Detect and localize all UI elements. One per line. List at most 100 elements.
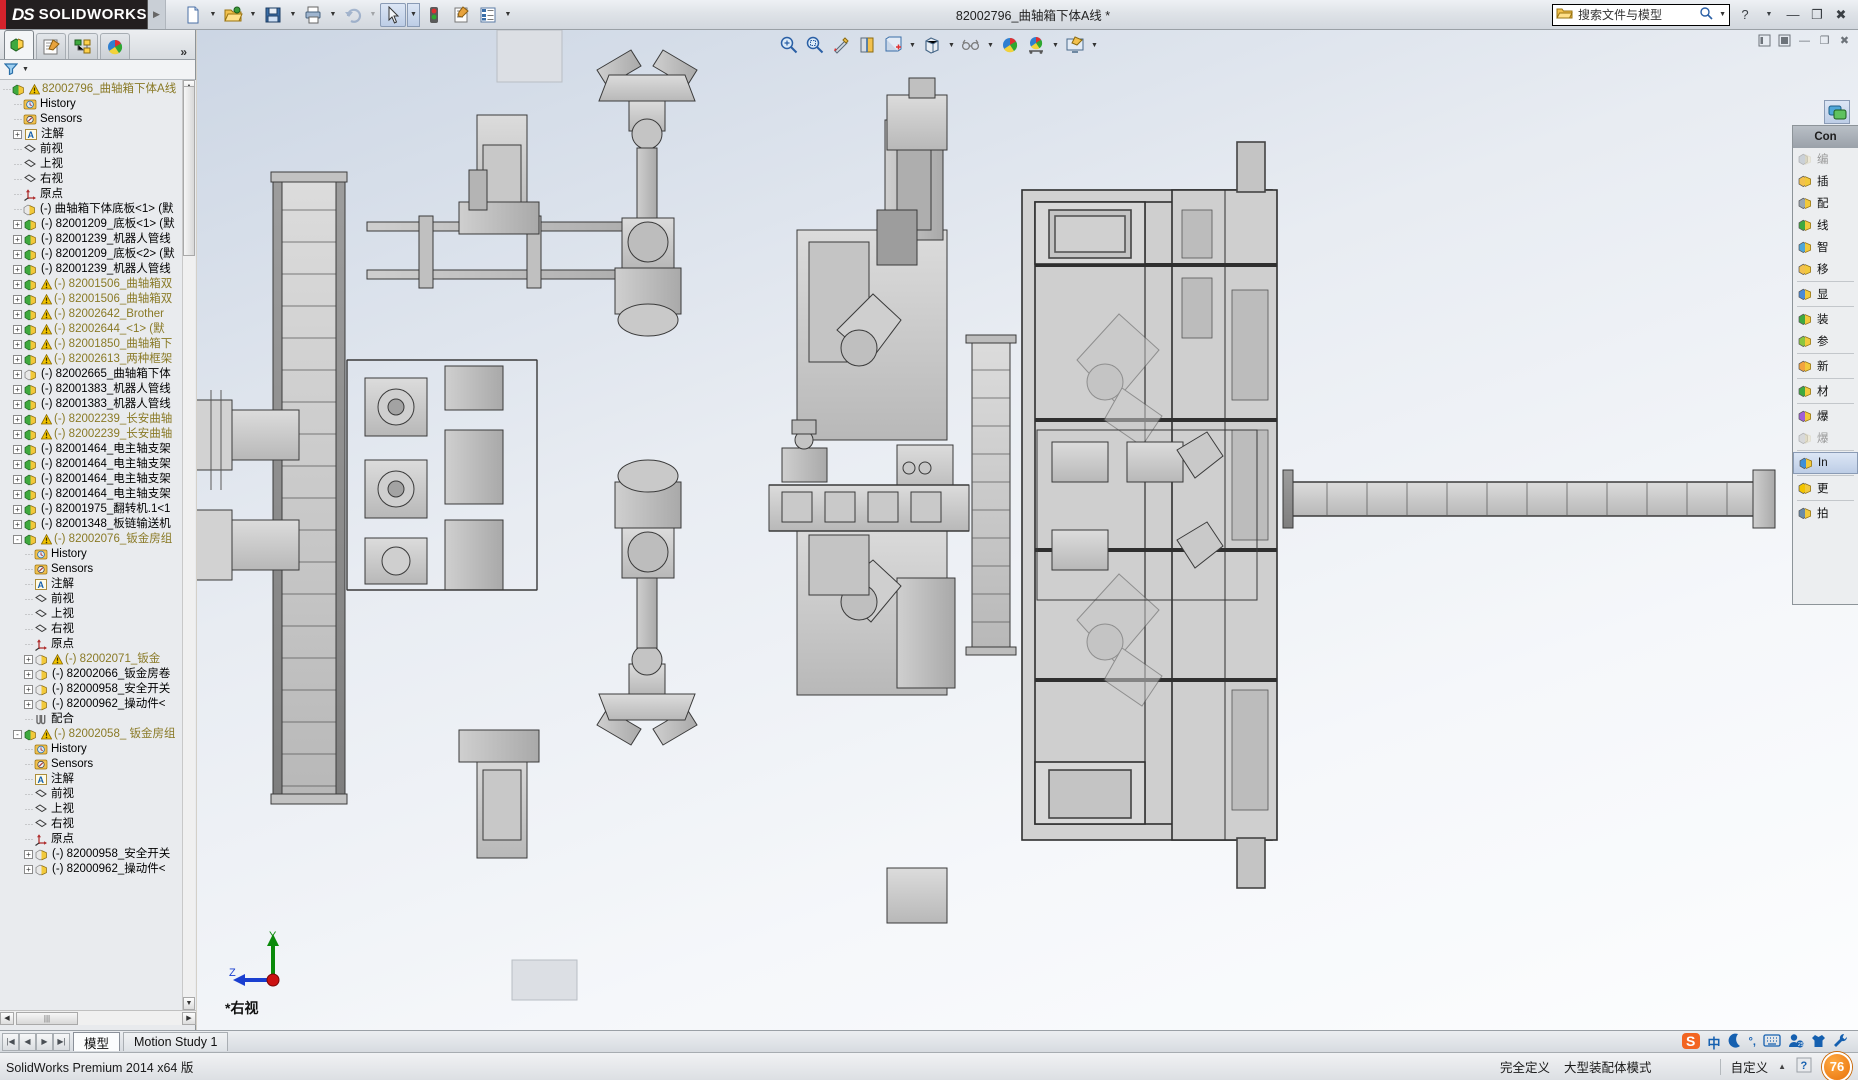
tree-item[interactable]: +(-) 82002239_长安曲轴 — [2, 427, 196, 442]
tree-scroll-right-button[interactable]: ▶ — [182, 1012, 196, 1025]
cad-model-drawing[interactable] — [197, 30, 1858, 1030]
tree-item[interactable]: ···前视 — [2, 592, 196, 607]
undo-button[interactable] — [340, 3, 366, 27]
tree-expand-button[interactable]: + — [13, 355, 22, 364]
filter-icon[interactable] — [4, 62, 18, 78]
tree-item[interactable]: +(-) 82000962_操动件< — [2, 862, 196, 877]
status-custom-caret-icon[interactable]: ▲ — [1778, 1062, 1786, 1071]
tree-item[interactable]: +(-) 82000962_操动件< — [2, 697, 196, 712]
tree-expand-button[interactable]: + — [24, 865, 33, 874]
tree-filter-bar[interactable]: ▼ — [0, 60, 195, 80]
first-icon[interactable]: |◀ — [2, 1033, 19, 1051]
keyboard-icon[interactable] — [1763, 1034, 1781, 1050]
last-icon[interactable]: ▶| — [53, 1033, 70, 1051]
tree-expand-button[interactable]: + — [24, 700, 33, 709]
context-menu-item[interactable]: 参 — [1793, 330, 1858, 352]
feature-manager-more-button[interactable]: » — [180, 45, 195, 59]
sogou-logo-icon[interactable]: S — [1681, 1032, 1701, 1053]
tree-item[interactable]: ···上视 — [2, 802, 196, 817]
search-dropdown-caret[interactable]: ▼ — [1719, 11, 1726, 18]
status-badge[interactable]: 76 — [1822, 1052, 1852, 1080]
tree-item[interactable]: ···A注解 — [2, 577, 196, 592]
search-icon[interactable] — [1699, 6, 1714, 23]
save-button[interactable] — [260, 3, 286, 27]
new-document-caret[interactable]: ▼ — [207, 3, 219, 27]
context-menu-item[interactable]: 显 — [1793, 283, 1858, 305]
display-manager-tab[interactable] — [100, 33, 130, 59]
tree-expand-button[interactable]: + — [13, 520, 22, 529]
tree-expand-button[interactable]: + — [13, 295, 22, 304]
menu-expand-arrow[interactable]: ▶ — [148, 0, 166, 29]
tree-expand-button[interactable]: + — [13, 280, 22, 289]
tree-item[interactable]: +(-) 82002644_<1> (默 — [2, 322, 196, 337]
tree-item[interactable]: +(-) 82001464_电主轴支架 — [2, 442, 196, 457]
tree-item[interactable]: +(-) 82002071_钣金 — [2, 652, 196, 667]
tree-expand-button[interactable]: + — [24, 850, 33, 859]
select-tool-caret[interactable]: ▼ — [407, 3, 420, 27]
assembly-properties-caret[interactable]: ▼ — [502, 3, 514, 27]
tree-item[interactable]: +(-) 82002239_长安曲轴 — [2, 412, 196, 427]
tree-scroll-thumb[interactable] — [183, 86, 195, 256]
tab-model[interactable]: 模型 — [73, 1032, 120, 1051]
select-tool-button[interactable] — [380, 3, 406, 27]
tree-item[interactable]: ···右视 — [2, 817, 196, 832]
print-button[interactable] — [300, 3, 326, 27]
tree-collapse-button[interactable]: - — [13, 730, 22, 739]
tree-item[interactable]: +(-) 82001209_底板<2> (默 — [2, 247, 196, 262]
tree-item[interactable]: +(-) 82002066_钣金房卷 — [2, 667, 196, 682]
tree-item[interactable]: +(-) 82001348_板链输送机 — [2, 517, 196, 532]
tree-item[interactable]: ···配合 — [2, 712, 196, 727]
tree-expand-button[interactable]: + — [24, 670, 33, 679]
tree-item[interactable]: ···(-) 曲轴箱下体底板<1> (默 — [2, 202, 196, 217]
tree-item[interactable]: +(-) 82001209_底板<1> (默 — [2, 217, 196, 232]
context-menu-item[interactable]: 智 — [1793, 236, 1858, 258]
skin-icon[interactable] — [1811, 1033, 1826, 1051]
tree-item[interactable]: ···前视 — [2, 787, 196, 802]
tree-item[interactable]: +(-) 82001464_电主轴支架 — [2, 487, 196, 502]
tree-expand-button[interactable]: + — [13, 235, 22, 244]
tree-item[interactable]: +(-) 82001850_曲轴箱下 — [2, 337, 196, 352]
user-icon[interactable]: 25 — [1788, 1033, 1804, 1051]
context-menu-item[interactable]: 配 — [1793, 192, 1858, 214]
tree-item[interactable]: ···History — [2, 547, 196, 562]
next-icon[interactable]: ▶ — [36, 1033, 53, 1051]
moon-icon[interactable] — [1728, 1033, 1742, 1051]
tree-item[interactable]: -(-) 82002058_ 钣金房组 — [2, 727, 196, 742]
restore-icon[interactable]: ❐ — [1806, 4, 1828, 26]
tree-expand-button[interactable]: + — [13, 490, 22, 499]
tree-item[interactable]: ···A注解 — [2, 772, 196, 787]
tree-item[interactable]: +(-) 82002613_两种框架 — [2, 352, 196, 367]
tree-expand-button[interactable]: + — [13, 220, 22, 229]
context-menu-item[interactable]: 装 — [1793, 308, 1858, 330]
tree-item[interactable]: ···History — [2, 742, 196, 757]
minimize-icon[interactable]: — — [1782, 4, 1804, 26]
punctuation-icon[interactable]: °, — [1749, 1036, 1756, 1048]
search-input[interactable]: 搜索文件与模型 ▼ — [1552, 4, 1730, 26]
tree-expand-button[interactable]: + — [13, 310, 22, 319]
tree-item[interactable]: ···Sensors — [2, 112, 196, 127]
context-menu-item[interactable]: In — [1793, 452, 1858, 474]
tree-item[interactable]: +(-) 82001464_电主轴支架 — [2, 457, 196, 472]
tree-expand-button[interactable]: + — [13, 400, 22, 409]
open-document-caret[interactable]: ▼ — [247, 3, 259, 27]
tree-expand-button[interactable]: + — [13, 505, 22, 514]
print-caret[interactable]: ▼ — [327, 3, 339, 27]
tools-icon[interactable] — [1833, 1033, 1848, 1051]
context-menu-item[interactable]: 线 — [1793, 214, 1858, 236]
open-document-button[interactable] — [220, 3, 246, 27]
tree-scroll-left-button[interactable]: ◀ — [0, 1012, 14, 1025]
tree-item[interactable]: ···Sensors — [2, 757, 196, 772]
tree-item[interactable]: +(-) 82001506_曲轴箱双 — [2, 277, 196, 292]
graphics-viewport[interactable]: ▼ ▼ ▼ ▼ ▼ — [197, 30, 1858, 1030]
options-button[interactable] — [448, 3, 474, 27]
tree-item[interactable]: +(-) 82001464_电主轴支架 — [2, 472, 196, 487]
tree-item[interactable]: ···右视 — [2, 622, 196, 637]
tree-item[interactable]: ···上视 — [2, 157, 196, 172]
tree-item[interactable]: ···右视 — [2, 172, 196, 187]
tree-expand-button[interactable]: + — [13, 265, 22, 274]
help-caret-icon[interactable]: ▼ — [1758, 4, 1780, 26]
tree-item[interactable]: +(-) 82000958_安全开关 — [2, 682, 196, 697]
solidworks-logo[interactable]: DS SOLIDWORKS — [0, 0, 148, 29]
save-caret[interactable]: ▼ — [287, 3, 299, 27]
tree-item[interactable]: ···82002796_曲轴箱下体A线 — [2, 82, 196, 97]
